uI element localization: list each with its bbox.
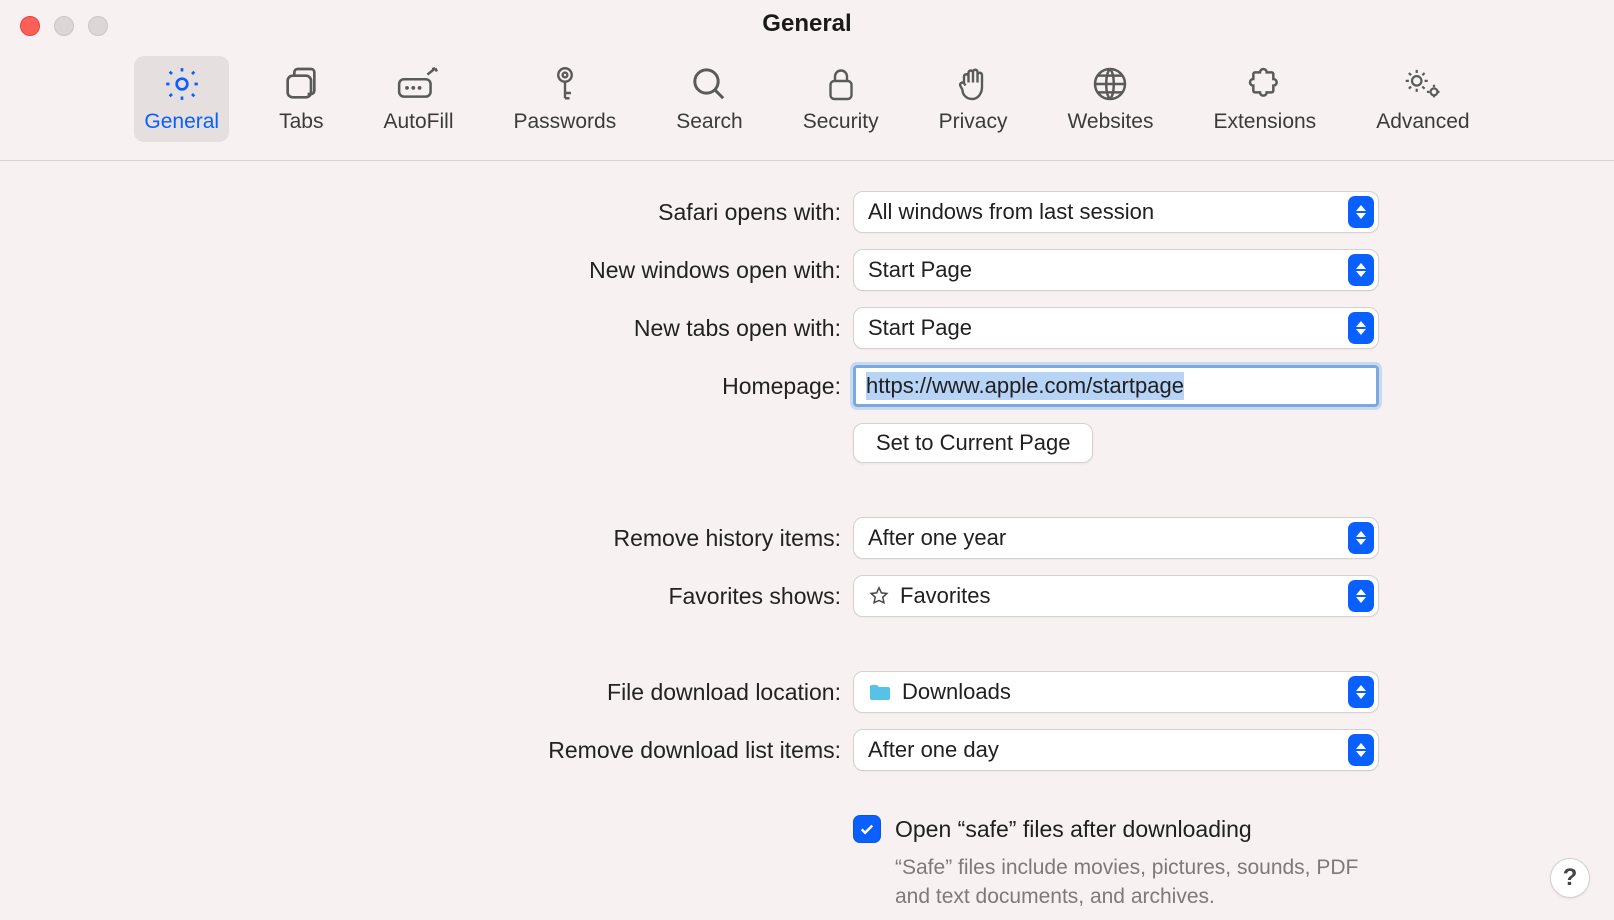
new-windows-open-with-popup[interactable]: Start Page: [853, 249, 1379, 291]
gears-icon: [1401, 64, 1445, 104]
favorites-shows-label: Favorites shows:: [221, 583, 841, 610]
toolbar-item-advanced[interactable]: Advanced: [1366, 56, 1479, 142]
toolbar-item-label: Advanced: [1376, 110, 1469, 134]
homepage-value: https://www.apple.com/startpage: [866, 372, 1184, 400]
folder-icon: [868, 682, 892, 702]
toolbar-item-label: AutoFill: [383, 110, 453, 134]
toolbar-item-extensions[interactable]: Extensions: [1203, 56, 1326, 142]
gear-icon: [162, 64, 202, 104]
toolbar-item-general[interactable]: General: [134, 56, 229, 142]
open-safe-files-checkbox[interactable]: [853, 815, 881, 843]
preferences-toolbar: General Tabs AutoFill Passwords Search S…: [0, 48, 1614, 161]
remove-history-items-label: Remove history items:: [221, 525, 841, 552]
new-windows-open-with-label: New windows open with:: [221, 257, 841, 284]
toolbar-item-search[interactable]: Search: [666, 56, 753, 142]
chevron-up-down-icon: [1348, 254, 1374, 286]
chevron-up-down-icon: [1348, 196, 1374, 228]
toolbar-item-tabs[interactable]: Tabs: [269, 56, 333, 142]
button-label: Set to Current Page: [876, 430, 1070, 456]
toolbar-item-label: Security: [803, 110, 879, 134]
favorites-shows-popup[interactable]: Favorites: [853, 575, 1379, 617]
open-safe-files-hint: “Safe” files include movies, pictures, s…: [895, 853, 1375, 912]
toolbar-item-security[interactable]: Security: [793, 56, 889, 142]
safari-opens-with-label: Safari opens with:: [221, 199, 841, 226]
new-tabs-open-with-label: New tabs open with:: [221, 315, 841, 342]
safari-opens-with-popup[interactable]: All windows from last session: [853, 191, 1379, 233]
chevron-up-down-icon: [1348, 312, 1374, 344]
remove-download-list-items-popup[interactable]: After one day: [853, 729, 1379, 771]
titlebar: General: [0, 0, 1614, 48]
popup-value: Downloads: [868, 679, 1011, 705]
open-safe-files-label: Open “safe” files after downloading: [895, 816, 1252, 843]
chevron-up-down-icon: [1348, 580, 1374, 612]
remove-history-items-popup[interactable]: After one year: [853, 517, 1379, 559]
star-icon: [868, 585, 890, 607]
popup-value: Favorites: [868, 583, 990, 609]
toolbar-item-websites[interactable]: Websites: [1057, 56, 1163, 142]
toolbar-item-label: Extensions: [1213, 110, 1316, 134]
search-icon: [689, 64, 729, 104]
general-settings-form: Safari opens with: All windows from last…: [0, 161, 1614, 912]
toolbar-item-label: Websites: [1067, 110, 1153, 134]
tabs-icon: [281, 64, 321, 104]
popup-value: After one year: [868, 525, 1006, 551]
toolbar-item-label: Passwords: [514, 110, 617, 134]
file-download-location-label: File download location:: [221, 679, 841, 706]
popup-value: Start Page: [868, 315, 972, 341]
toolbar-item-privacy[interactable]: Privacy: [929, 56, 1018, 142]
key-icon: [547, 64, 583, 104]
help-button-label: ?: [1563, 864, 1578, 892]
toolbar-item-label: General: [144, 110, 219, 134]
popup-value: Start Page: [868, 257, 972, 283]
popup-text: Downloads: [902, 679, 1011, 705]
file-download-location-popup[interactable]: Downloads: [853, 671, 1379, 713]
remove-download-list-items-label: Remove download list items:: [221, 737, 841, 764]
new-tabs-open-with-popup[interactable]: Start Page: [853, 307, 1379, 349]
hand-icon: [955, 64, 991, 104]
popup-value: After one day: [868, 737, 999, 763]
homepage-label: Homepage:: [221, 373, 841, 400]
chevron-up-down-icon: [1348, 734, 1374, 766]
window-title: General: [0, 10, 1614, 38]
puzzle-icon: [1245, 64, 1285, 104]
toolbar-item-label: Privacy: [939, 110, 1008, 134]
toolbar-item-label: Tabs: [279, 110, 323, 134]
popup-value: All windows from last session: [868, 199, 1154, 225]
lock-icon: [823, 64, 859, 104]
help-button[interactable]: ?: [1550, 858, 1590, 898]
toolbar-item-passwords[interactable]: Passwords: [504, 56, 627, 142]
toolbar-item-label: Search: [676, 110, 743, 134]
chevron-up-down-icon: [1348, 676, 1374, 708]
globe-icon: [1090, 64, 1130, 104]
homepage-field[interactable]: https://www.apple.com/startpage: [853, 365, 1379, 407]
set-to-current-page-button[interactable]: Set to Current Page: [853, 423, 1093, 463]
chevron-up-down-icon: [1348, 522, 1374, 554]
toolbar-item-autofill[interactable]: AutoFill: [373, 56, 463, 142]
autofill-icon: [396, 64, 440, 104]
popup-text: Favorites: [900, 583, 990, 609]
